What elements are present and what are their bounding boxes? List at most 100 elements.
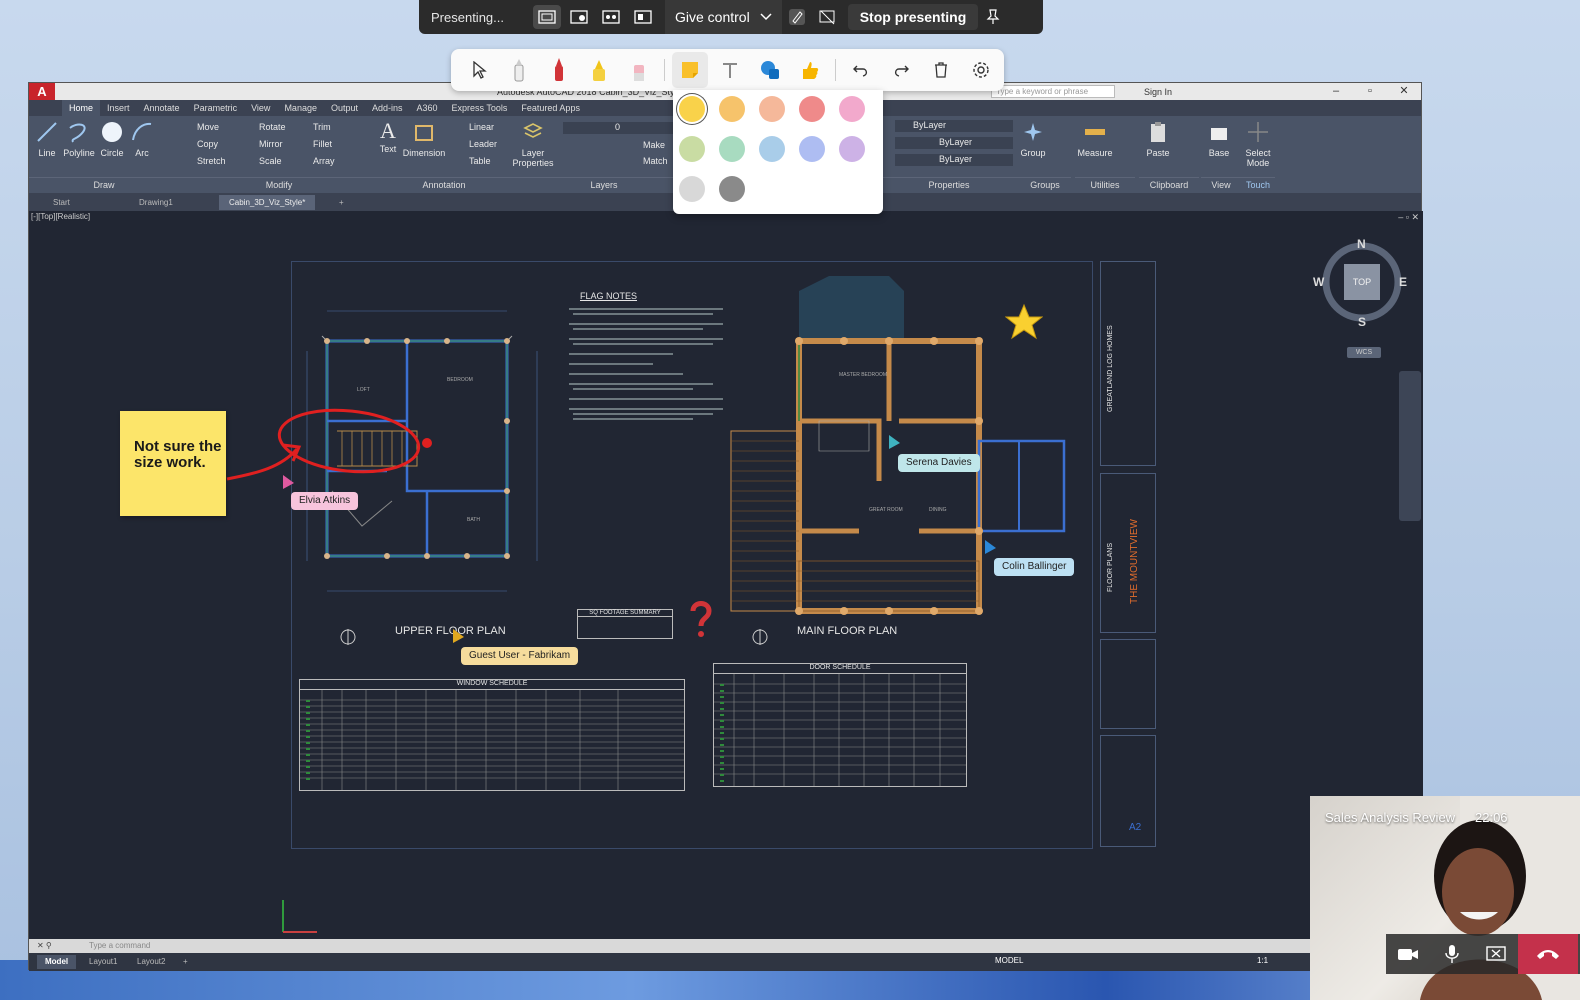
draw-panel-label[interactable]: Draw [29,177,179,191]
undo-icon[interactable] [843,52,879,88]
select-mode-tool[interactable]: Select Mode [1243,120,1273,168]
compass-s[interactable]: S [1358,315,1366,329]
minimize-icon[interactable]: – [1319,83,1353,100]
text-tool[interactable]: A Text [377,118,399,154]
color-swatch[interactable] [759,96,785,122]
groups-panel-label[interactable]: Groups [1019,177,1071,191]
tab-a360[interactable]: A360 [410,103,445,113]
utilities-panel-label[interactable]: Utilities [1075,177,1135,191]
delete-icon[interactable] [923,52,959,88]
modify-panel-label[interactable]: Modify [179,177,379,191]
touch-panel-label[interactable]: Touch [1241,177,1275,191]
color-swatch[interactable] [679,136,705,162]
text-icon[interactable] [712,52,748,88]
tab-manage[interactable]: Manage [277,103,324,113]
tab-home[interactable]: Home [62,100,101,116]
color-swatch[interactable] [839,136,865,162]
stretch-button[interactable]: Stretch [197,156,226,166]
microphone-icon[interactable] [1430,934,1474,974]
leader-button[interactable]: Leader [469,139,497,149]
polyline-tool[interactable]: Polyline [59,120,99,158]
arc-tool[interactable]: Arc [129,120,155,158]
shapes-icon[interactable] [752,52,788,88]
search-input[interactable]: Type a keyword or phrase [991,85,1115,98]
viewport-label[interactable]: [-][Top][Realistic] [31,212,90,221]
viewcube-top-face[interactable]: TOP [1344,264,1380,300]
color-swatch[interactable] [839,96,865,122]
measure-tool[interactable]: Measure [1075,120,1115,158]
tab-cabin[interactable]: Cabin_3D_Viz_Style* [219,195,316,210]
navigation-bar[interactable] [1399,371,1421,521]
pen-icon[interactable] [501,52,537,88]
stop-share-icon[interactable] [1474,934,1518,974]
settings-icon[interactable] [963,52,999,88]
dimension-tool[interactable]: Dimension [401,120,447,158]
color-swatch[interactable] [719,96,745,122]
tab-layout2[interactable]: Layout2 [129,955,173,969]
color-swatch[interactable] [719,176,745,202]
reaction-thumbs-up-icon[interactable] [792,52,828,88]
layer-dropdown[interactable]: 0 [563,122,683,134]
sign-in-button[interactable]: Sign In [1144,87,1172,97]
sticky-note[interactable]: Not sure the size work. [120,411,226,516]
pointer-icon[interactable] [461,52,497,88]
layer-properties-tool[interactable]: Layer Properties [511,120,555,168]
maximize-icon[interactable]: ▫ [1353,83,1387,100]
hang-up-button[interactable] [1518,934,1578,974]
color-swatch[interactable] [799,96,825,122]
layers-panel-label[interactable]: Layers [509,177,699,191]
tab-express-tools[interactable]: Express Tools [445,103,515,113]
properties-panel-label[interactable]: Properties [879,177,1019,191]
close-icon[interactable]: ✕ [1387,83,1421,100]
sticky-note-icon[interactable] [672,52,708,88]
base-tool[interactable]: Base [1205,120,1233,158]
color-swatch[interactable] [679,176,705,202]
color-swatch[interactable] [759,136,785,162]
add-layout-icon[interactable]: + [175,955,196,969]
tab-output[interactable]: Output [324,103,365,113]
tab-layout1[interactable]: Layout1 [81,955,125,969]
tab-view[interactable]: View [244,103,277,113]
circle-tool[interactable]: Circle [97,120,127,158]
color-swatch[interactable] [679,96,705,122]
view-panel-label[interactable]: View [1201,177,1241,191]
compass-e[interactable]: E [1399,275,1407,289]
autocad-logo[interactable]: A [29,83,55,100]
command-input[interactable]: Type a command [89,941,150,950]
color-swatch[interactable] [719,136,745,162]
scale-button[interactable]: Scale [259,156,282,166]
lineweight-dropdown[interactable]: ByLayer [895,154,1013,166]
group-tool[interactable]: Group [1019,120,1047,158]
tab-drawing1[interactable]: Drawing1 [129,195,183,210]
pin-icon[interactable] [978,9,1008,25]
annotation-panel-label[interactable]: Annotation [379,177,509,191]
layout-side-by-side-icon[interactable] [597,5,625,29]
tab-insert[interactable]: Insert [100,103,137,113]
layout-reporter-icon[interactable] [629,5,657,29]
make-current-button[interactable]: Make [643,140,665,150]
give-control-dropdown[interactable]: Give control [665,0,782,34]
trim-button[interactable]: Trim [313,122,331,132]
wcs-menu[interactable]: WCS [1347,347,1381,358]
stop-sharing-audio-icon[interactable] [812,0,842,34]
color-dropdown[interactable]: ByLayer [895,120,1013,132]
match-layer-button[interactable]: Match [643,156,668,166]
rotate-button[interactable]: Rotate [259,122,286,132]
tab-model[interactable]: Model [37,955,77,969]
fillet-button[interactable]: Fillet [313,139,332,149]
viewcube[interactable]: N S E W TOP [1313,237,1407,329]
mirror-button[interactable]: Mirror [259,139,283,149]
eraser-icon[interactable] [621,52,657,88]
layout-standout-icon[interactable] [565,5,593,29]
model-space-toggle[interactable]: MODEL [995,956,1023,965]
tab-parametric[interactable]: Parametric [187,103,245,113]
copy-button[interactable]: Copy [197,139,218,149]
paste-tool[interactable]: Paste [1143,120,1173,158]
viewport-window-controls[interactable]: – ▫ ✕ [1398,212,1419,223]
pen-annotation-icon[interactable] [782,0,812,34]
color-swatch[interactable] [799,136,825,162]
new-tab-icon[interactable]: + [329,195,354,210]
command-close-icon[interactable]: ✕ ⚲ [37,939,52,953]
red-pen-icon[interactable] [541,52,577,88]
highlighter-icon[interactable] [581,52,617,88]
